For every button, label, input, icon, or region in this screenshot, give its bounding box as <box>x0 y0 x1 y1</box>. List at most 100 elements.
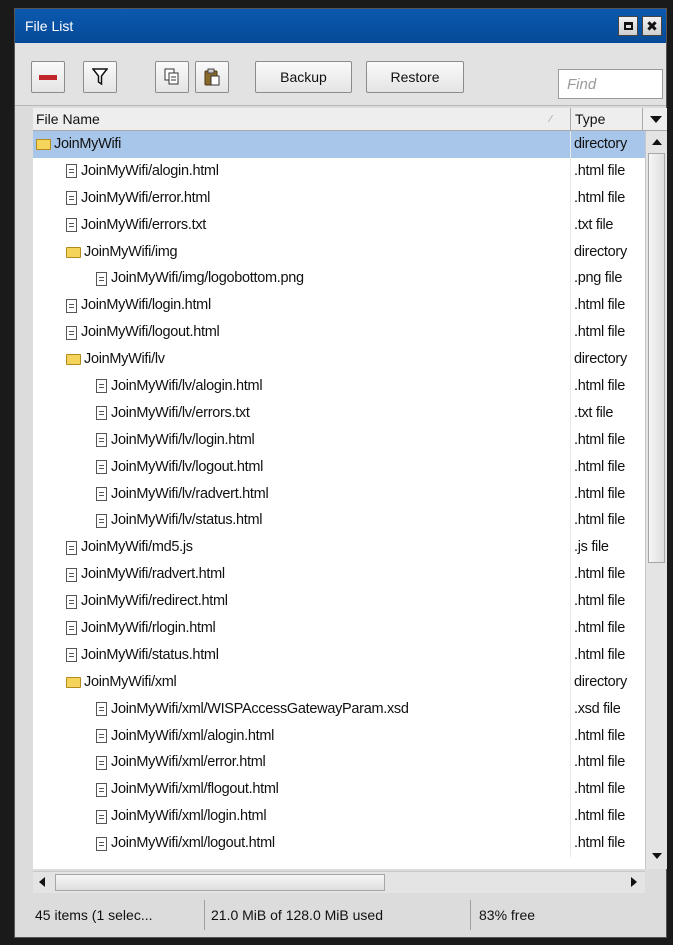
table-row[interactable]: JoinMyWifi/lv/errors.txt .txt file <box>33 399 645 427</box>
file-name: JoinMyWifi/lv/logout.html <box>111 458 264 475</box>
file-name-cell: JoinMyWifi/alogin.html <box>33 158 603 185</box>
table-row[interactable]: JoinMyWifi/xml/login.html .html file <box>33 803 645 831</box>
column-type[interactable]: Type <box>570 108 647 130</box>
file-name-cell: JoinMyWifi/img/logobottom.png <box>33 265 633 292</box>
status-usage: 21.0 MiB of 128.0 MiB used <box>205 900 471 930</box>
file-icon <box>96 809 107 824</box>
table-row[interactable]: JoinMyWifi/lv/logout.html .html file <box>33 453 645 481</box>
file-name: JoinMyWifi/xml/error.html <box>111 754 266 771</box>
paste-button[interactable] <box>195 61 229 93</box>
column-header: File Name ⁄ Type <box>33 108 667 131</box>
folder-icon <box>66 676 81 688</box>
table-row[interactable]: JoinMyWifi/lv directory <box>33 346 645 374</box>
file-name: JoinMyWifi/img/logobottom.png <box>111 270 304 287</box>
filter-icon <box>92 68 108 86</box>
folder-icon <box>36 138 51 150</box>
file-icon <box>96 782 107 797</box>
file-name-cell: JoinMyWifi/xml/error.html <box>33 749 633 776</box>
scroll-down-icon[interactable] <box>652 853 662 859</box>
folder-icon <box>66 246 81 258</box>
horizontal-scroll-thumb[interactable] <box>55 874 385 891</box>
table-row[interactable]: JoinMyWifi/lv/alogin.html .html file <box>33 373 645 400</box>
filter-button[interactable] <box>83 61 117 93</box>
file-type: .html file <box>570 641 645 669</box>
find-input[interactable]: Find <box>558 69 663 99</box>
table-row[interactable]: JoinMyWifi/alogin.html .html file <box>33 157 645 185</box>
table-row[interactable]: JoinMyWifi/md5.js .js file <box>33 534 645 562</box>
file-name: JoinMyWifi/lv/alogin.html <box>111 378 263 395</box>
restore-button[interactable]: Restore <box>366 61 464 93</box>
folder-icon <box>66 354 81 366</box>
file-list-window: File List ✖ Backup Restore Find File Nam… <box>14 8 667 938</box>
table-row[interactable]: JoinMyWifi/xml/error.html .html file <box>33 749 645 777</box>
table-row[interactable]: JoinMyWifi/lv/status.html .html file <box>33 507 645 535</box>
column-file-name[interactable]: File Name <box>36 108 556 130</box>
table-row[interactable]: JoinMyWifi/xml/WISPAccessGatewayParam.xs… <box>33 695 645 723</box>
file-name: JoinMyWifi/xml/alogin.html <box>111 727 275 744</box>
file-icon <box>96 406 107 421</box>
file-type: directory <box>570 668 645 696</box>
file-type: .txt file <box>570 211 645 239</box>
title-bar[interactable]: File List ✖ <box>15 9 666 43</box>
table-row[interactable]: JoinMyWifi/rlogin.html .html file <box>33 615 645 642</box>
file-name: JoinMyWifi/error.html <box>81 189 211 206</box>
file-name: JoinMyWifi/xml/WISPAccessGatewayParam.xs… <box>111 700 409 717</box>
table-row[interactable]: JoinMyWifi/xml directory <box>33 668 645 696</box>
file-name-cell: JoinMyWifi/md5.js <box>33 534 603 561</box>
backup-button[interactable]: Backup <box>255 61 352 93</box>
table-row[interactable]: JoinMyWifi/radvert.html .html file <box>33 561 645 589</box>
file-name-cell: JoinMyWifi/status.html <box>33 642 603 669</box>
file-name: JoinMyWifi/redirect.html <box>81 593 228 610</box>
vertical-scroll-thumb[interactable] <box>648 153 665 563</box>
table-row[interactable]: JoinMyWifi/logout.html .html file <box>33 319 645 347</box>
file-name: JoinMyWifi/login.html <box>81 297 211 314</box>
file-icon <box>66 621 77 636</box>
table-row[interactable]: JoinMyWifi/error.html .html file <box>33 184 645 212</box>
table-row[interactable]: JoinMyWifi/img directory <box>33 238 645 266</box>
table-row[interactable]: JoinMyWifi directory <box>33 131 645 158</box>
file-name-cell: JoinMyWifi/login.html <box>33 292 603 319</box>
file-name-cell: JoinMyWifi <box>33 131 573 158</box>
file-name-cell: JoinMyWifi/xml/alogin.html <box>33 723 633 750</box>
file-type: .png file <box>570 265 645 293</box>
file-list: JoinMyWifi directory JoinMyWifi/alogin.htm… <box>33 131 645 869</box>
window-title: File List <box>25 18 74 34</box>
file-type: directory <box>570 238 645 266</box>
file-name: JoinMyWifi/lv/errors.txt <box>111 404 250 421</box>
file-type: .html file <box>570 776 645 804</box>
remove-button[interactable] <box>31 61 65 93</box>
table-row[interactable]: JoinMyWifi/redirect.html .html file <box>33 588 645 616</box>
copy-icon <box>164 68 179 85</box>
scroll-right-icon[interactable] <box>631 877 637 887</box>
vertical-scrollbar[interactable] <box>645 131 667 869</box>
file-icon <box>96 729 107 744</box>
file-type: .html file <box>570 292 645 320</box>
table-row[interactable]: JoinMyWifi/errors.txt .txt file <box>33 211 645 239</box>
table-row[interactable]: JoinMyWifi/xml/alogin.html .html file <box>33 722 645 750</box>
table-row[interactable]: JoinMyWifi/lv/radvert.html .html file <box>33 480 645 508</box>
horizontal-scrollbar[interactable] <box>33 871 645 893</box>
scroll-up-icon[interactable] <box>652 139 662 145</box>
copy-button[interactable] <box>155 61 189 93</box>
table-row[interactable]: JoinMyWifi/lv/login.html .html file <box>33 426 645 454</box>
close-window-button[interactable]: ✖ <box>642 16 662 36</box>
restore-window-button[interactable] <box>618 16 638 36</box>
file-name-cell: JoinMyWifi/lv <box>33 346 603 373</box>
scroll-left-icon[interactable] <box>39 877 45 887</box>
table-row[interactable]: JoinMyWifi/xml/flogout.html .html file <box>33 776 645 804</box>
file-icon <box>96 755 107 770</box>
minus-icon <box>39 74 57 80</box>
table-row[interactable]: JoinMyWifi/xml/logout.html .html file <box>33 830 645 858</box>
file-icon <box>66 594 77 609</box>
file-name: JoinMyWifi/md5.js <box>81 539 193 556</box>
table-row[interactable]: JoinMyWifi/status.html .html file <box>33 641 645 669</box>
file-icon <box>66 298 77 313</box>
column-menu-button[interactable] <box>642 108 668 130</box>
file-name-cell: JoinMyWifi/error.html <box>33 185 603 212</box>
file-icon <box>66 164 77 179</box>
file-icon <box>66 567 77 582</box>
file-type: .html file <box>570 184 645 212</box>
table-row[interactable]: JoinMyWifi/img/logobottom.png .png file <box>33 265 645 293</box>
file-name: JoinMyWifi/errors.txt <box>81 216 207 233</box>
table-row[interactable]: JoinMyWifi/login.html .html file <box>33 292 645 320</box>
